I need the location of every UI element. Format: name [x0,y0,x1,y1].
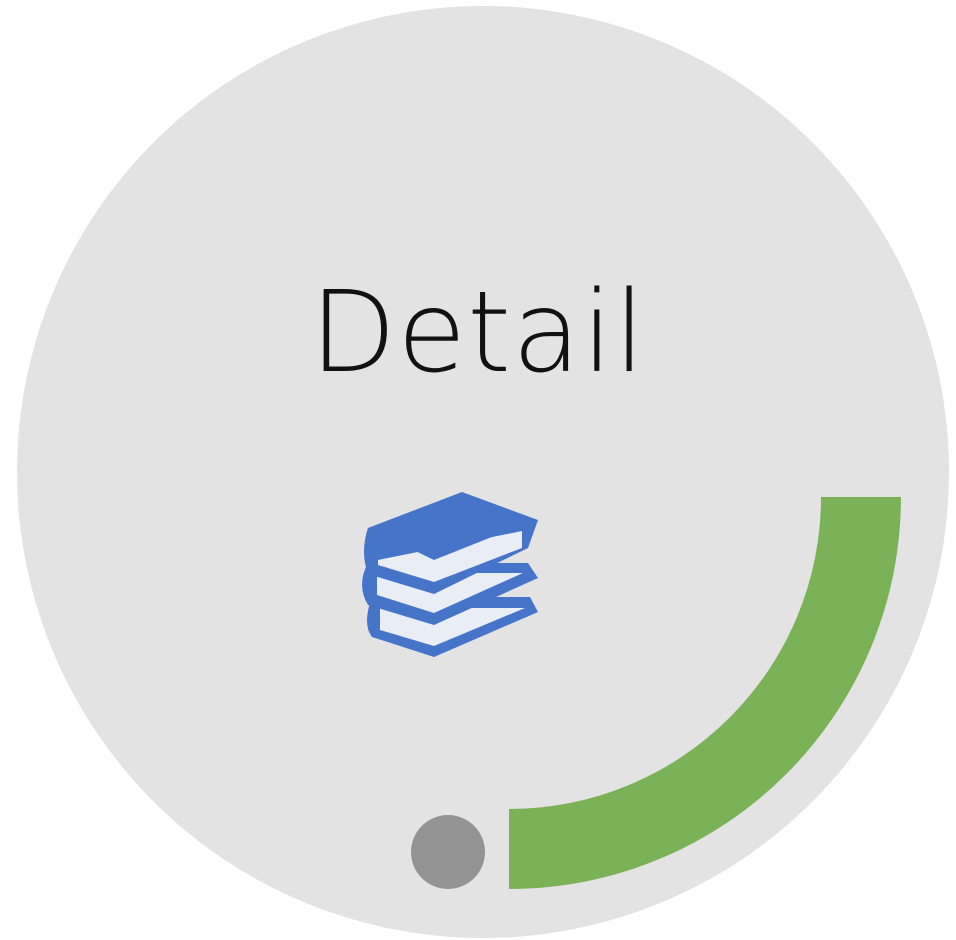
widget-graphics [17,6,949,938]
detail-progress-widget[interactable]: Detail [0,0,956,940]
widget-background-circle [17,6,949,938]
progress-start-indicator [411,815,485,889]
widget-title: Detail [310,268,646,398]
